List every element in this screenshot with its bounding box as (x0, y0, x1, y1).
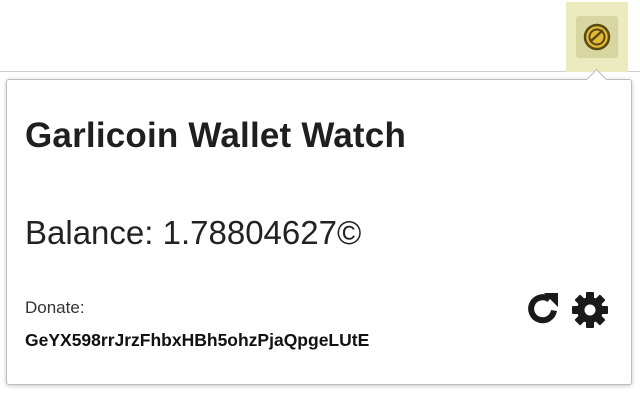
balance-row: Balance: 1.78804627© (25, 214, 361, 252)
refresh-icon (528, 293, 558, 324)
balance-label: Balance: (25, 214, 154, 251)
refresh-button[interactable] (525, 290, 561, 326)
donate-label: Donate: (25, 298, 85, 317)
browser-window: Garlicoin Wallet Watch Balance: 1.788046… (0, 0, 640, 400)
garlicoin-icon (576, 16, 618, 58)
currency-symbol: © (336, 214, 362, 251)
balance-value: 1.78804627 (162, 214, 337, 251)
popup-title: Garlicoin Wallet Watch (25, 116, 407, 155)
toolbar-divider (0, 71, 640, 72)
extension-popup: Garlicoin Wallet Watch Balance: 1.788046… (6, 79, 632, 385)
gear-icon (572, 292, 608, 328)
garlicoin-extension-button[interactable] (566, 2, 628, 72)
settings-button[interactable] (570, 290, 610, 330)
donate-address[interactable]: GeYX598rrJrzFhbxHBh5ohzPjaQpgeLUtE (25, 330, 369, 351)
